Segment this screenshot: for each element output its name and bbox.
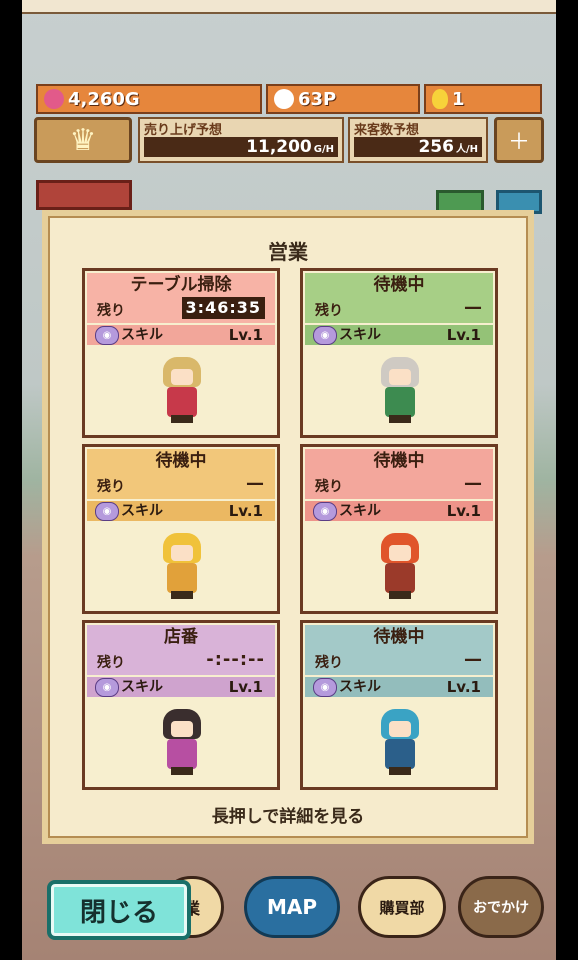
skill-row: ◉ スキル Lv.1 — [87, 501, 275, 521]
card-header: 店番 残り -:--:-- — [87, 625, 275, 675]
staff-character — [377, 533, 423, 601]
skill-row: ◉ スキル Lv.1 — [305, 501, 493, 521]
card-header: テーブル掃除 残り 3:46:35 — [87, 273, 275, 323]
skill-level: Lv.1 — [228, 678, 263, 696]
card-header: 待機中 残り — — [87, 449, 275, 499]
egg-icon — [432, 89, 448, 109]
visitor-forecast-value: 256 人/H — [354, 137, 482, 157]
skill-icon: ◉ — [313, 502, 337, 521]
sales-forecast-label: 売り上げ予想 — [144, 123, 223, 138]
task-label: 待機中 — [373, 451, 425, 471]
egg-value: 1 — [452, 88, 465, 110]
add-button[interactable]: ＋ — [494, 117, 544, 163]
close-button[interactable]: 閉じる — [47, 880, 191, 940]
plus-icon: ＋ — [507, 130, 530, 155]
smile-coin-icon — [274, 89, 294, 109]
skill-level: Lv.1 — [446, 678, 481, 696]
task-label: 待機中 — [373, 275, 425, 295]
staff-card[interactable]: 待機中 残り — ◉ スキル Lv.1 — [300, 620, 498, 790]
visitor-forecast: 来客数予想 256 人/H — [348, 117, 488, 163]
task-label: 待機中 — [373, 627, 425, 647]
skill-label: スキル — [121, 327, 163, 343]
staff-card[interactable]: 待機中 残り — ◉ スキル Lv.1 — [300, 268, 498, 438]
skill-label: スキル — [339, 327, 381, 343]
staff-character — [159, 533, 205, 601]
map-nav-label: MAP — [266, 895, 318, 919]
game-screen: 4,260G 63P 1 ♛ 売り上げ予想 11,200 G/H 来客数予想 25… — [0, 0, 578, 960]
staff-character — [377, 357, 423, 425]
shop-nav-label: 購買部 — [379, 898, 425, 917]
remain-value: — — [464, 297, 483, 318]
skill-icon: ◉ — [95, 502, 119, 521]
staff-character — [159, 357, 205, 425]
points-value: 63P — [298, 88, 337, 110]
business-panel: 営業 テーブル掃除 残り 3:46:35 ◉ スキル Lv.1 待機中 残り — — [42, 210, 534, 844]
remain-label: 残り — [315, 479, 343, 495]
remain-label: 残り — [315, 303, 343, 319]
skill-icon: ◉ — [95, 326, 119, 345]
sales-forecast: 売り上げ予想 11,200 G/H — [138, 117, 344, 163]
skill-row: ◉ スキル Lv.1 — [87, 677, 275, 697]
close-button-label: 閉じる — [79, 897, 158, 928]
remain-value: — — [246, 473, 265, 494]
staff-character — [377, 709, 423, 777]
card-header: 待機中 残り — — [305, 625, 493, 675]
map-nav-button[interactable]: MAP — [244, 876, 340, 938]
task-label: 待機中 — [155, 451, 207, 471]
gold-value: 4,260G — [68, 88, 140, 110]
staff-card[interactable]: テーブル掃除 残り 3:46:35 ◉ スキル Lv.1 — [82, 268, 280, 438]
skill-icon: ◉ — [313, 678, 337, 697]
skill-level: Lv.1 — [446, 502, 481, 520]
remain-value: -:--:-- — [206, 649, 265, 670]
points-counter: 63P — [266, 84, 420, 114]
staff-character — [159, 709, 205, 777]
visitor-forecast-label: 来客数予想 — [354, 123, 420, 138]
task-label: 店番 — [164, 627, 198, 647]
staff-card[interactable]: 待機中 残り — ◉ スキル Lv.1 — [82, 444, 280, 614]
gold-counter: 4,260G — [36, 84, 262, 114]
remain-label: 残り — [97, 303, 125, 319]
staff-card[interactable]: 店番 残り -:--:-- ◉ スキル Lv.1 — [82, 620, 280, 790]
skill-label: スキル — [121, 679, 163, 695]
outing-nav-button[interactable]: おでかけ — [458, 876, 544, 938]
remain-timer: 3:46:35 — [181, 297, 265, 319]
remain-label: 残り — [97, 655, 125, 671]
skill-label: スキル — [339, 679, 381, 695]
outing-nav-label: おでかけ — [473, 900, 529, 916]
crown-icon: ♛ — [69, 122, 97, 158]
top-bar — [22, 0, 556, 14]
card-header: 待機中 残り — — [305, 449, 493, 499]
hat-button[interactable] — [36, 180, 132, 210]
skill-row: ◉ スキル Lv.1 — [305, 677, 493, 697]
task-label: テーブル掃除 — [130, 275, 232, 295]
remain-value: — — [464, 473, 483, 494]
skill-icon: ◉ — [95, 678, 119, 697]
panel-title: 営業 — [268, 240, 308, 264]
remain-value: — — [464, 649, 483, 670]
gold-bag-icon — [44, 89, 64, 109]
skill-icon: ◉ — [313, 326, 337, 345]
card-header: 待機中 残り — — [305, 273, 493, 323]
remain-label: 残り — [315, 655, 343, 671]
skill-level: Lv.1 — [228, 326, 263, 344]
skill-label: スキル — [339, 503, 381, 519]
remain-label: 残り — [97, 479, 125, 495]
skill-label: スキル — [121, 503, 163, 519]
egg-counter: 1 — [424, 84, 542, 114]
skill-level: Lv.1 — [228, 502, 263, 520]
skill-row: ◉ スキル Lv.1 — [305, 325, 493, 345]
skill-level: Lv.1 — [446, 326, 481, 344]
long-press-hint: 長押しで詳細を見る — [211, 807, 365, 827]
shop-nav-button[interactable]: 購買部 — [358, 876, 446, 938]
crown-button[interactable]: ♛ — [34, 117, 132, 163]
staff-card[interactable]: 待機中 残り — ◉ スキル Lv.1 — [300, 444, 498, 614]
sales-forecast-value: 11,200 G/H — [144, 137, 338, 157]
skill-row: ◉ スキル Lv.1 — [87, 325, 275, 345]
